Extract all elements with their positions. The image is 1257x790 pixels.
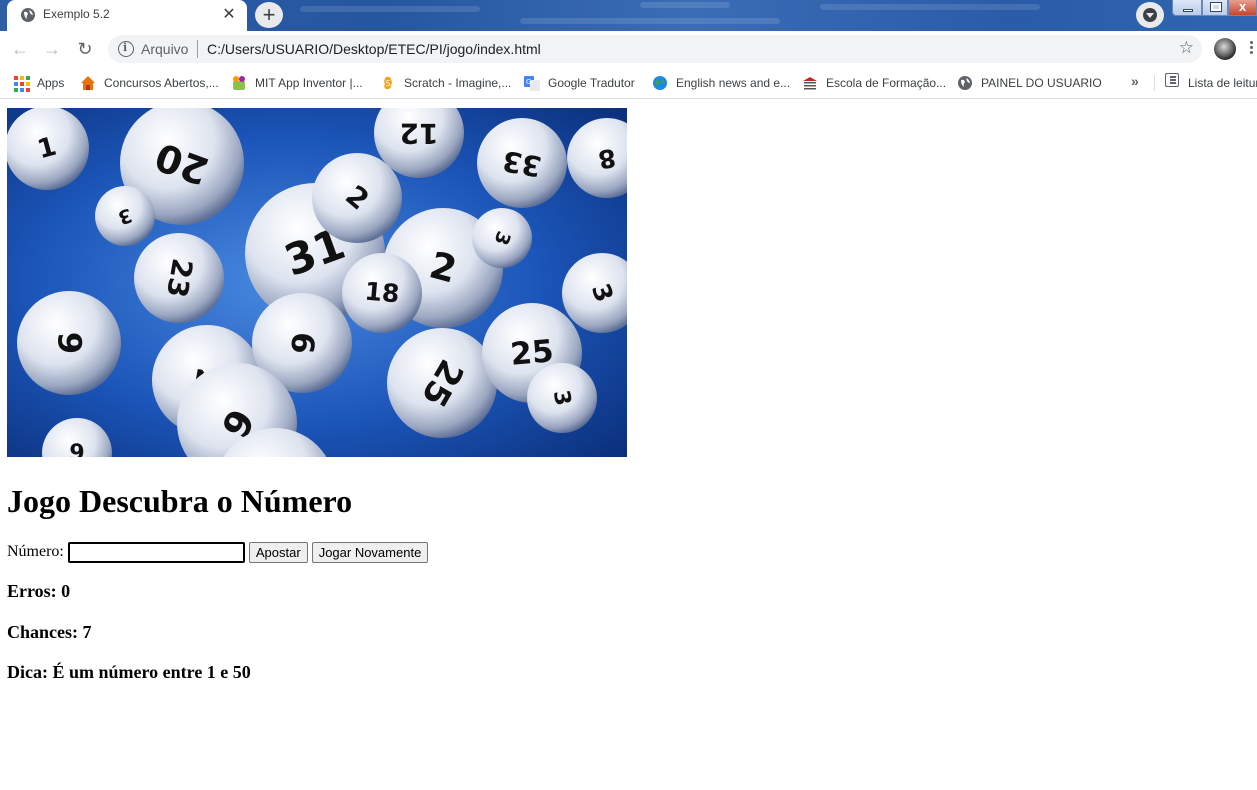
bookmark-label: MIT App Inventor |... xyxy=(255,76,363,90)
chances-text: Chances: 7 xyxy=(7,622,92,642)
bookmark-google-tradutor[interactable]: G Google Tradutor xyxy=(524,73,635,93)
page-title: Jogo Descubra o Número xyxy=(7,483,353,519)
lottery-ball: 2 xyxy=(312,153,402,243)
globe-icon xyxy=(21,8,35,22)
google-translate-icon: G xyxy=(524,76,540,91)
maximize-button[interactable] xyxy=(1202,0,1228,16)
ball-number: 23 xyxy=(160,256,199,300)
ball-number: 6 xyxy=(283,331,321,356)
number-label: Número: xyxy=(7,543,64,560)
tab-title: Exemplo 5.2 xyxy=(43,7,110,21)
lottery-ball: 18 xyxy=(342,253,422,333)
bookmark-scratch[interactable]: S Scratch - Imagine,... xyxy=(380,73,511,93)
app-inventor-icon xyxy=(233,76,245,90)
play-again-button[interactable]: Jogar Novamente xyxy=(311,541,429,563)
more-menu-icon[interactable] xyxy=(1250,41,1254,57)
forward-button[interactable]: → xyxy=(40,37,64,61)
close-window-button[interactable]: x xyxy=(1228,0,1257,16)
reading-list-icon[interactable] xyxy=(1165,73,1179,87)
omnibox-divider xyxy=(197,40,198,58)
bookmark-label: Apps xyxy=(37,76,65,90)
profile-avatar[interactable] xyxy=(1214,38,1236,60)
browser-toolbar: ← → ↻ Arquivo C:/Users/USUARIO/Desktop/E… xyxy=(0,31,1257,67)
bookmarks-bar: Apps Concursos Abertos,... MIT App Inven… xyxy=(0,67,1257,99)
more-bookmarks-button[interactable]: » xyxy=(1131,73,1139,89)
globe-icon xyxy=(958,76,972,90)
errors-text: Erros: 0 xyxy=(7,581,71,601)
title-bar: Exemplo 5.2 ✕ + x xyxy=(0,0,1257,31)
svg-text:G: G xyxy=(526,78,531,86)
lottery-ball: 23 xyxy=(134,233,224,323)
bookmark-label: Google Tradutor xyxy=(548,76,635,90)
ball-number: 9 xyxy=(69,441,84,457)
reading-list-label: Lista de leitura xyxy=(1188,76,1257,90)
bookmark-label: English news and e... xyxy=(676,76,791,90)
hint-text: Dica: É um número entre 1 e 50 xyxy=(7,662,251,682)
lottery-ball: 9 xyxy=(17,291,121,395)
svg-text:S: S xyxy=(386,79,391,88)
lottery-ball: 3 xyxy=(95,186,155,246)
bookmark-painel-usuario[interactable]: PAINEL DO USUARIO xyxy=(957,73,1102,93)
reading-list-button[interactable]: Lista de leitura xyxy=(1188,73,1257,93)
minimize-button[interactable] xyxy=(1172,0,1202,16)
bookmark-apps[interactable]: Apps xyxy=(13,73,64,93)
globe-news-icon xyxy=(653,76,667,90)
url-text[interactable]: C:/Users/USUARIO/Desktop/ETEC/PI/jogo/in… xyxy=(207,41,541,57)
house-icon xyxy=(81,76,95,90)
bookmark-label: Escola de Formação... xyxy=(826,76,947,90)
bookmark-mit-app-inventor[interactable]: MIT App Inventor |... xyxy=(231,73,363,93)
back-button[interactable]: ← xyxy=(8,37,32,61)
reload-button[interactable]: ↻ xyxy=(73,37,97,61)
tab-exemplo[interactable]: Exemplo 5.2 ✕ xyxy=(7,0,247,31)
lottery-ball: 33 xyxy=(477,118,567,208)
bet-button[interactable]: Apostar xyxy=(248,541,308,563)
lottery-ball: 3 xyxy=(527,363,597,433)
address-bar[interactable]: Arquivo C:/Users/USUARIO/Desktop/ETEC/PI… xyxy=(108,35,1202,63)
number-input[interactable] xyxy=(67,541,245,563)
tab-close-icon[interactable]: ✕ xyxy=(219,5,239,25)
bookmark-label: Scratch - Imagine,... xyxy=(404,76,512,90)
ball-number: 33 xyxy=(500,144,544,183)
apps-grid-icon xyxy=(13,75,30,92)
bookmark-label: PAINEL DO USUARIO xyxy=(981,76,1102,90)
scratch-icon: S xyxy=(384,76,392,90)
guess-form: Número: Apostar Jogar Novamente xyxy=(7,541,432,563)
bookmark-concursos[interactable]: Concursos Abertos,... xyxy=(80,73,219,93)
bookmark-english-news[interactable]: English news and e... xyxy=(652,73,790,93)
new-tab-button[interactable]: + xyxy=(255,2,283,28)
page-content: 1201233831232318392625925632823 Jogo Des… xyxy=(0,100,1257,790)
bookmark-escola-formacao[interactable]: Escola de Formação... xyxy=(802,73,946,93)
tab-search-button[interactable] xyxy=(1136,2,1164,28)
ball-number: 9 xyxy=(51,332,89,354)
bookmarks-divider xyxy=(1154,75,1155,91)
scheme-label: Arquivo xyxy=(141,41,189,57)
ball-number: 18 xyxy=(363,277,400,309)
site-info-icon[interactable] xyxy=(118,41,134,57)
lottery-balls-image: 1201233831232318392625925632823 xyxy=(7,108,627,457)
ball-number: 12 xyxy=(400,117,439,150)
lottery-ball: 25 xyxy=(387,328,497,438)
school-icon xyxy=(803,77,817,90)
bookmark-label: Concursos Abertos,... xyxy=(104,76,219,90)
bookmark-star-icon[interactable]: ☆ xyxy=(1179,38,1194,58)
lottery-ball: 3 xyxy=(472,208,532,268)
